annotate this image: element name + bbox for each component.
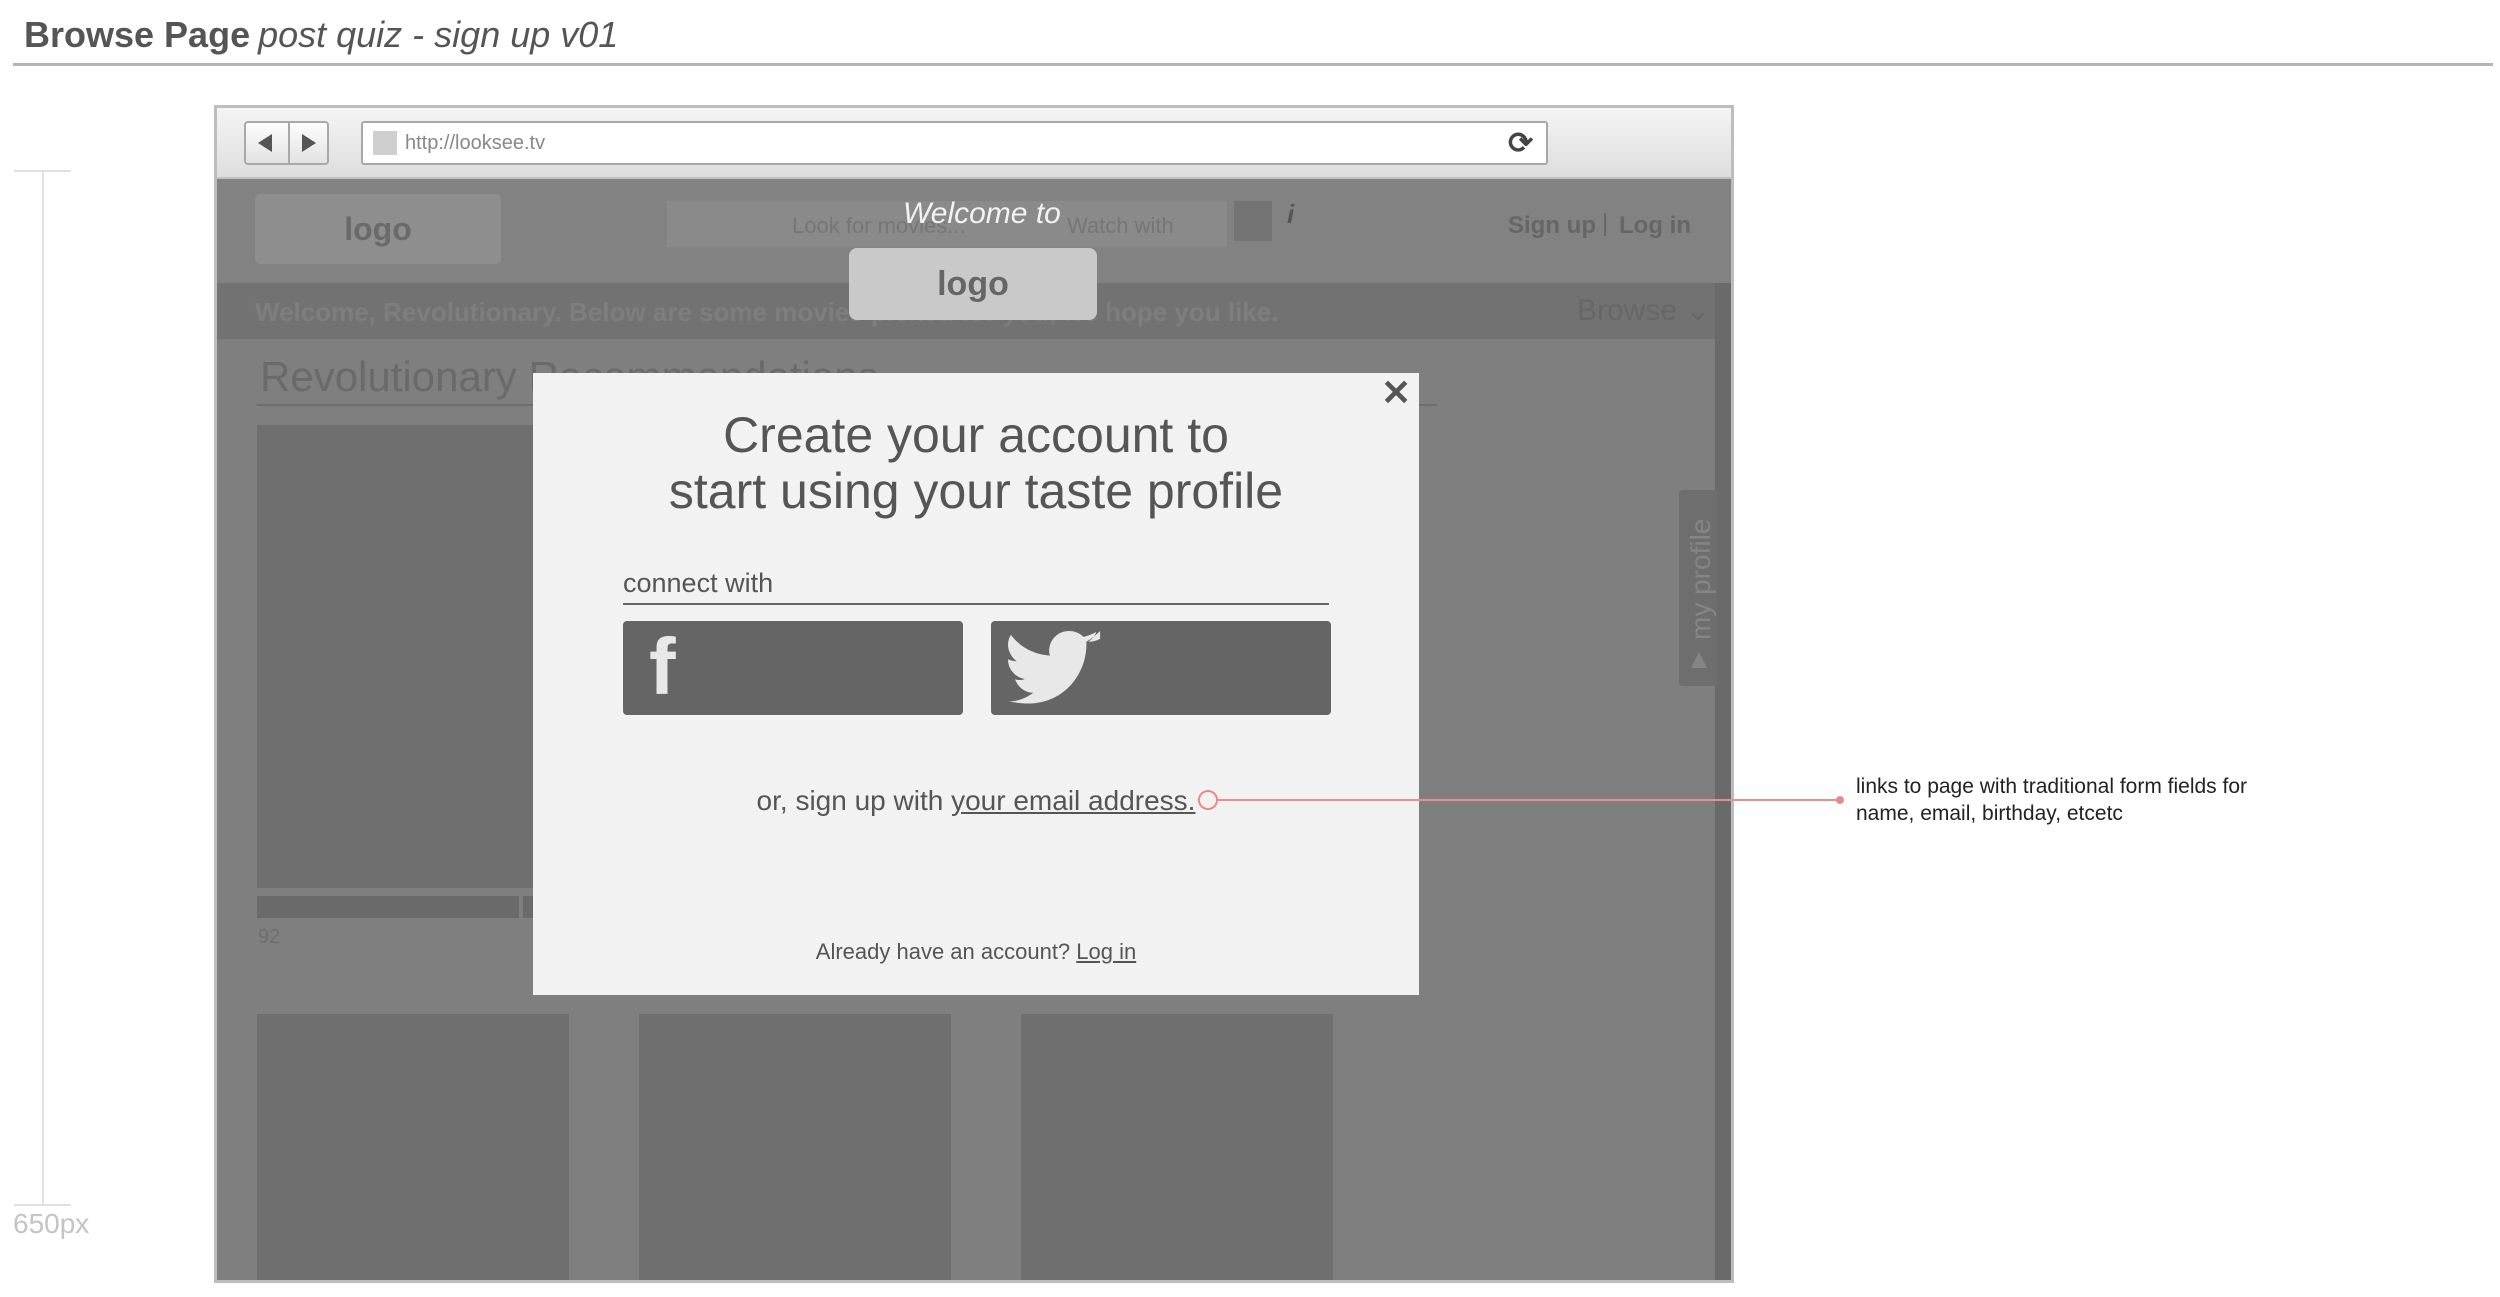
height-ruler-label: 650px	[13, 1208, 90, 1239]
back-arrow-icon[interactable]	[258, 134, 272, 152]
movie-card[interactable]	[257, 1014, 569, 1280]
my-profile-tab-label: my profile	[1685, 518, 1716, 640]
modal-title-line1: Create your account to	[723, 407, 1229, 463]
annotation-anchor	[1198, 790, 1218, 810]
scrollbar[interactable]	[1715, 283, 1731, 1280]
height-ruler-bottom-cap	[14, 1204, 71, 1206]
address-bar[interactable]: http://looksee.tv ⟳	[361, 121, 1548, 165]
twitter-connect-button[interactable]	[991, 621, 1331, 715]
movie-card[interactable]	[1021, 1014, 1333, 1280]
annotation-line1: links to page with traditional form fiel…	[1856, 775, 2248, 798]
email-signup-line: or, sign up with your email address.	[533, 785, 1419, 817]
modal-login-link[interactable]: Log in	[1076, 939, 1136, 964]
existing-account-line: Already have an account? Log in	[533, 939, 1419, 965]
heading-divider	[13, 63, 2493, 66]
page-heading-title: Browse Page	[24, 14, 251, 55]
site-logo[interactable]: logo	[255, 194, 501, 264]
auth-separator: |	[1602, 210, 1609, 237]
chevron-up-icon	[1691, 652, 1707, 668]
facebook-icon: f	[649, 622, 676, 711]
annotation-note: links to page with traditional form fiel…	[1856, 773, 2296, 827]
watch-with-placeholder: Watch with	[1067, 213, 1174, 238]
movie-card[interactable]	[639, 1014, 951, 1280]
favicon-placeholder-icon	[373, 131, 397, 155]
info-icon[interactable]: i	[1287, 199, 1294, 230]
facebook-connect-button[interactable]: f	[623, 621, 963, 715]
my-profile-tab[interactable]: my profile	[1679, 490, 1717, 686]
browser-toolbar: http://looksee.tv ⟳	[217, 108, 1731, 179]
search-button[interactable]	[1234, 201, 1272, 241]
page-heading: Browse Page post quiz - sign up v01	[24, 14, 618, 56]
match-score: 92	[258, 926, 281, 948]
modal-logo: logo	[849, 248, 1097, 320]
movie-card[interactable]	[257, 425, 573, 888]
nav-buttons	[244, 121, 329, 165]
height-ruler	[42, 170, 44, 1205]
signup-modal: ✕ Create your account to start using you…	[533, 373, 1419, 995]
connect-divider	[623, 603, 1329, 605]
existing-account-prefix: Already have an account?	[815, 939, 1077, 964]
browse-dropdown[interactable]: Browse ⌄	[1577, 293, 1711, 328]
reload-icon[interactable]: ⟳	[1508, 127, 1533, 161]
annotation-line2: name, email, birthday, etcetc	[1856, 802, 2123, 825]
connect-with-label: connect with	[623, 568, 774, 598]
url-text: http://looksee.tv	[405, 132, 546, 154]
modal-title-line2: start using your taste profile	[668, 463, 1284, 519]
annotation-connector	[1216, 799, 1840, 801]
email-signup-link[interactable]: your email address.	[951, 785, 1195, 816]
modal-title: Create your account to start using your …	[533, 407, 1419, 519]
welcome-message: Welcome, Revolutionary. Below are some m…	[255, 297, 1279, 327]
email-signup-prefix: or, sign up with	[756, 785, 952, 816]
welcome-to-text: Welcome to	[903, 197, 1061, 230]
page-heading-subtitle: post quiz - sign up v01	[258, 14, 619, 55]
match-score-bar	[257, 896, 519, 918]
login-link[interactable]: Log in	[1619, 212, 1691, 240]
signup-link[interactable]: Sign up	[1508, 212, 1596, 240]
nav-divider	[288, 123, 290, 163]
browser-window: http://looksee.tv ⟳ logo Look for movies…	[214, 105, 1734, 1283]
annotation-endpoint	[1836, 796, 1844, 804]
forward-arrow-icon[interactable]	[302, 134, 316, 152]
twitter-icon	[1008, 631, 1101, 704]
